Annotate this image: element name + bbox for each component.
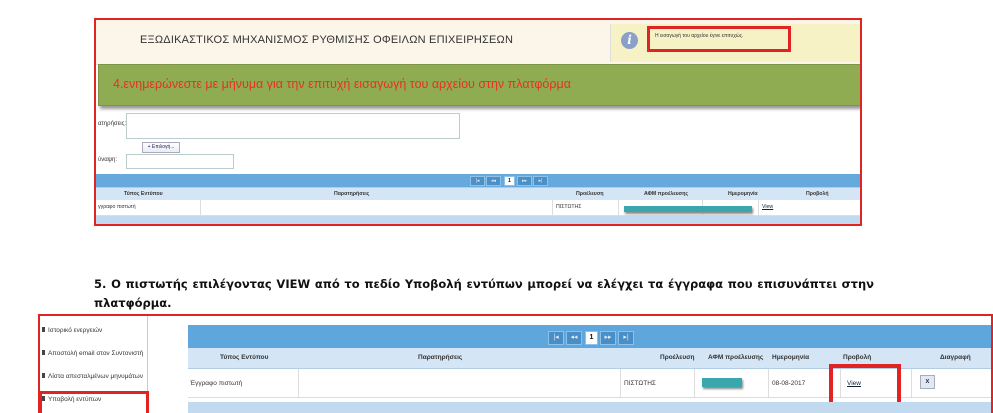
cell-type: Έγγραφο πιστωτή — [190, 380, 243, 387]
col-origin: Προέλευση — [576, 191, 604, 197]
prev-page-button[interactable]: ◂◂ — [566, 331, 582, 345]
attach-field[interactable] — [126, 154, 234, 169]
first-page-button[interactable]: |◂ — [470, 176, 485, 186]
bullet-icon — [42, 327, 45, 332]
add-file-button[interactable]: + Επιλογή... — [142, 142, 180, 153]
col-view: Προβολή — [843, 354, 872, 361]
col-afm: ΑΦΜ προέλευσης — [708, 354, 764, 361]
col-notes: Παρατηρήσεις — [334, 191, 370, 197]
cell-date: 08-08-2017 — [772, 380, 806, 387]
col-view: Προβολή — [806, 191, 829, 197]
observations-textarea[interactable] — [126, 113, 460, 139]
attach-label: ύναψη: — [98, 157, 118, 163]
screenshot-upload-success: ΕΞΩΔΙΚΑΣΤΙΚΟΣ ΜΗΧΑΝΙΣΜΟΣ ΡΥΘΜΙΣΗΣ ΟΦΕΙΛΩ… — [94, 18, 862, 226]
bullet-icon — [42, 350, 45, 355]
sidebar-item-history[interactable]: Ιστορικό ενεργειών — [42, 327, 102, 334]
observations-label: ατηρήσεις: — [98, 121, 127, 127]
col-date: Ημερομηνία — [728, 191, 758, 197]
first-page-button[interactable]: |◂ — [548, 331, 564, 345]
sidebar-item-sent-messages[interactable]: Λίστα απεσταλμένων μηνυμάτων — [42, 373, 143, 380]
callout-text: 4.ενημερώνεστε με μήνυμα για την επιτυχή… — [113, 77, 571, 91]
pager-bottom — [96, 216, 860, 224]
prev-page-button[interactable]: ◂◂ — [486, 176, 501, 186]
callout-banner: 4.ενημερώνεστε με μήνυμα για την επιτυχή… — [98, 64, 860, 106]
sidebar-item-email[interactable]: Αποστολή email στον Συντονιστή — [42, 350, 143, 357]
pager-bottom — [188, 402, 991, 413]
last-page-button[interactable]: ▸| — [618, 331, 634, 345]
afm-redacted — [702, 378, 742, 387]
pager: |◂ ◂◂ 1 ▸▸ ▸| — [96, 174, 860, 187]
notice-text: Η εισαγωγή του αρχείου έγινε επιτυχώς. — [655, 33, 744, 39]
view-link[interactable]: View — [762, 204, 773, 210]
col-type: Τύπος Εντύπου — [220, 354, 269, 361]
last-page-button[interactable]: ▸| — [533, 176, 548, 186]
sidebar-highlight — [40, 391, 149, 413]
pager: |◂ ◂◂ 1 ▸▸ ▸| — [188, 325, 991, 348]
col-afm: ΑΦΜ προέλευσης — [644, 191, 689, 197]
next-page-button[interactable]: ▸▸ — [600, 331, 616, 345]
col-delete: Διαγραφή — [940, 354, 971, 361]
next-page-button[interactable]: ▸▸ — [517, 176, 532, 186]
delete-button[interactable]: x — [920, 375, 935, 389]
info-icon: i — [621, 32, 638, 49]
cell-type: γγραφο πιστωτή — [98, 204, 136, 210]
col-notes: Παρατηρήσεις — [418, 354, 463, 361]
afm-redacted — [624, 206, 752, 212]
sidebar: Ιστορικό ενεργειών Αποστολή email στον Σ… — [40, 316, 149, 413]
app-title: ΕΞΩΔΙΚΑΣΤΙΚΟΣ ΜΗΧΑΝΙΣΜΟΣ ΡΥΘΜΙΣΗΣ ΟΦΕΙΛΩ… — [140, 34, 514, 46]
cell-origin: ΠΙΣΤΩΤΗΣ — [556, 204, 582, 210]
col-origin: Προέλευση — [660, 354, 695, 361]
col-type: Τύπος Εντύπου — [124, 191, 163, 197]
col-date: Ημερομηνία — [772, 354, 810, 361]
cell-origin: ΠΙΣΤΩΤΗΣ — [624, 380, 656, 387]
screenshot-submit-forms: Ιστορικό ενεργειών Αποστολή email στον Σ… — [38, 314, 993, 413]
current-page[interactable]: 1 — [585, 331, 598, 345]
table-header: Τύπος Εντύπου Παρατηρήσεις Προέλευση ΑΦΜ… — [96, 187, 860, 201]
step-5-instruction: 5. Ο πιστωτής επιλέγοντας VIEW από το πε… — [94, 277, 874, 310]
notice-highlight: Η εισαγωγή του αρχείου έγινε επιτυχώς. — [647, 26, 791, 52]
current-page[interactable]: 1 — [504, 176, 515, 186]
success-notice: i Η εισαγωγή του αρχείου έγινε επιτυχώς. — [610, 24, 860, 62]
bullet-icon — [42, 373, 45, 378]
